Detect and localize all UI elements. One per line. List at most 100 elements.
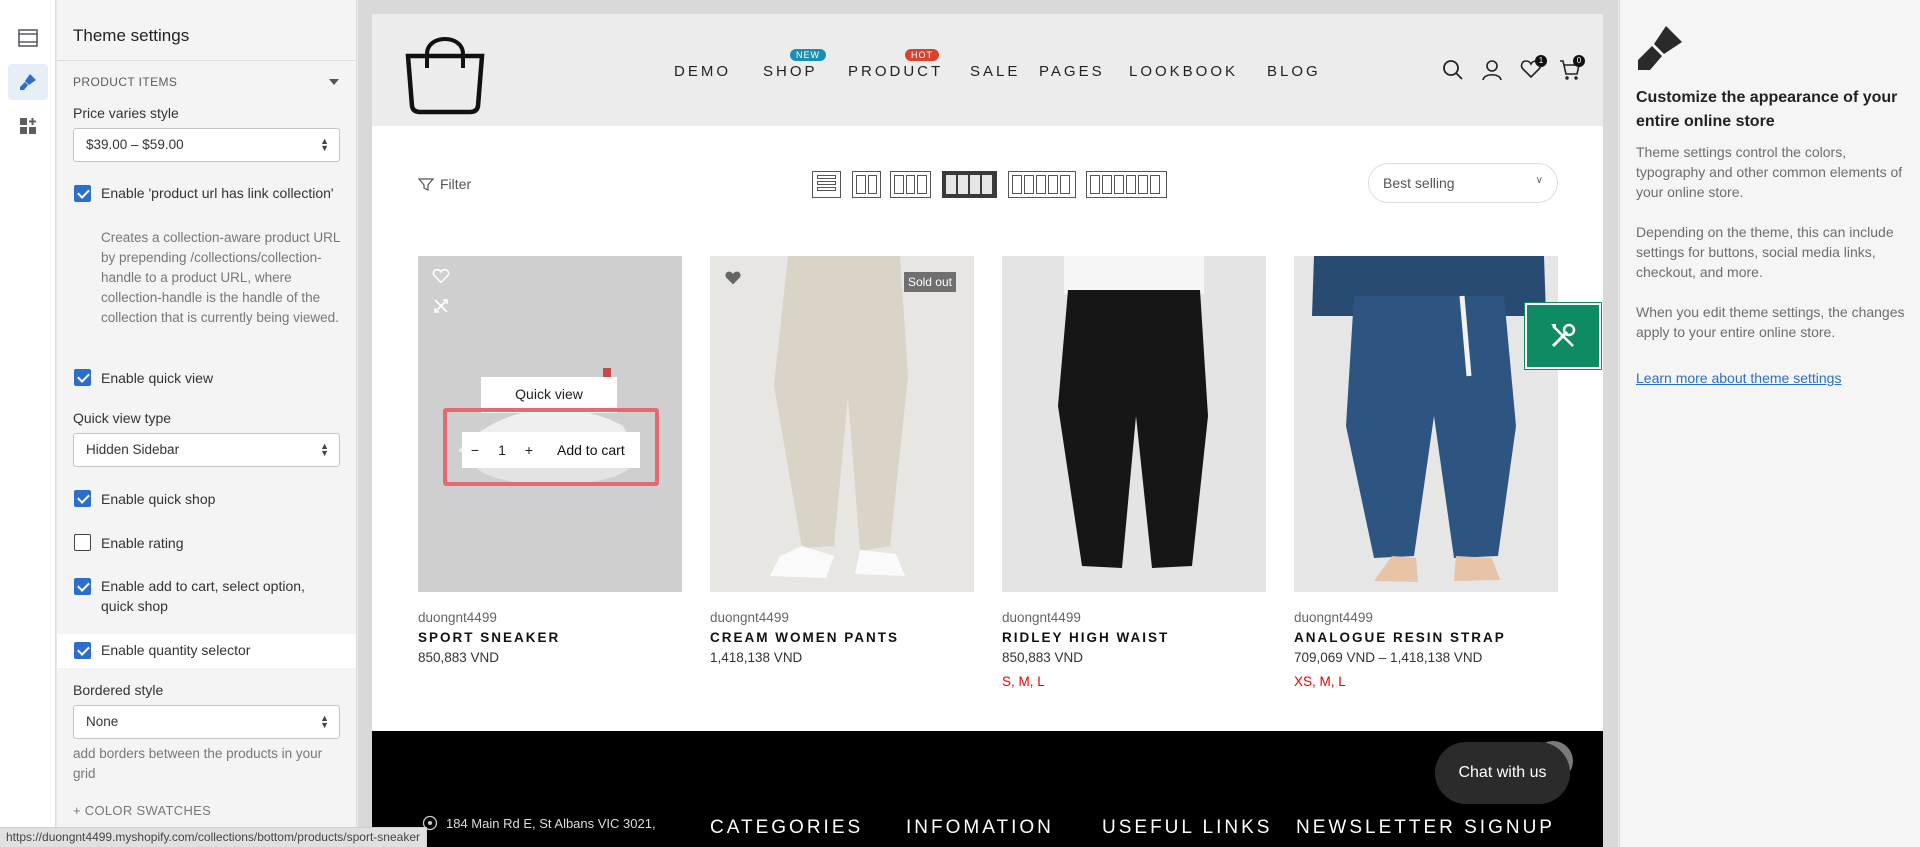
chevron-down-icon: ∨ [1535,175,1543,186]
collection-section: Filter Best selling ∨ Quick view − 1 + A… [372,126,1603,731]
grid-4-icon[interactable] [942,171,997,198]
quick-shop-label: Enable quick shop [101,491,216,507]
quantity-selector-checkbox[interactable] [74,642,91,659]
nav-blog[interactable]: BLOG [1267,63,1321,80]
bordered-style-value: None [86,714,119,729]
sort-select[interactable]: Best selling ∨ [1368,163,1558,203]
nav-sale[interactable]: SALE [970,63,1020,80]
section-header-product-items[interactable]: PRODUCT ITEMS [57,60,356,104]
quick-shop-checkbox[interactable] [74,490,91,507]
footer-heading-categories: CATEGORIES [710,817,864,838]
quantity-selector-label: Enable quantity selector [101,642,251,658]
grid-3-icon[interactable] [890,171,931,198]
nav-product[interactable]: PRODUCT [848,63,943,80]
quick-view-checkbox[interactable] [74,369,91,386]
account-icon[interactable] [1482,59,1502,86]
filter-label: Filter [440,176,472,192]
help-heading: Customize the appearance of your entire … [1636,89,1898,130]
bordered-style-label: Bordered style [73,682,164,698]
filter-icon [418,178,434,191]
price-style-select[interactable]: $39.00 – $59.00 ▲ ▼ [73,128,340,162]
select-arrows-icon: ▲ ▼ [320,441,329,458]
compare-icon[interactable] [433,298,449,319]
product-vendor: duongnt4499 [1002,610,1081,625]
rating-checkbox[interactable] [74,534,91,551]
footer-address-text: 184 Main Rd E, St Albans VIC 3021, [446,815,656,831]
product-sizes[interactable]: S, M, L [1002,674,1045,689]
product-title[interactable]: ANALOGUE RESIN STRAP [1294,630,1506,645]
nav-shop[interactable]: SHOP [763,63,818,80]
help-paragraph-1: Theme settings control the colors, typog… [1636,144,1903,200]
footer-address: 184 Main Rd E, St Albans VIC 3021, [422,815,656,831]
sort-value: Best selling [1383,175,1455,191]
nav-demo[interactable]: DEMO [674,63,731,80]
footer-heading-information: INFOMATION [906,817,1054,838]
product-title[interactable]: CREAM WOMEN PANTS [710,630,899,645]
product-sizes[interactable]: XS, M, L [1294,674,1346,689]
panel-title: Theme settings [73,26,190,45]
theme-settings-brush-icon[interactable] [8,64,48,100]
product-url-help: Creates a collection-aware product URL b… [101,230,340,325]
section-label: PRODUCT ITEMS [73,75,178,89]
product-card-sport-sneaker[interactable]: Quick view − 1 + Add to cart [418,256,682,592]
price-style-label: Price varies style [73,105,179,121]
paint-brush-icon [1636,24,1686,77]
wishlist-heart-icon[interactable] [432,268,450,289]
wishlist-heart-icon[interactable] [724,270,742,291]
quantity-selector-highlight: − 1 + Add to cart [443,408,659,486]
chat-button[interactable]: Chat with us [1435,742,1570,804]
grid-5-icon[interactable] [1008,171,1076,198]
select-arrows-icon: ▲ ▼ [320,713,329,730]
product-title[interactable]: SPORT SNEAKER [418,630,560,645]
add-to-cart-label: Enable add to cart, select option, quick… [101,578,305,614]
blue-pants-image [1312,256,1546,582]
product-url-checkbox[interactable] [74,185,91,202]
nav-pages[interactable]: PAGES [1039,63,1105,80]
add-to-cart-button[interactable]: Add to cart [542,432,640,468]
store-preview: DEMO SHOP NEW PRODUCT HOT SALE PAGES LOO… [358,0,1618,847]
learn-more-link[interactable]: Learn more about theme settings [1636,370,1841,386]
sections-icon[interactable] [8,20,48,56]
color-swatches-section[interactable]: + COLOR SWATCHES [73,803,211,818]
add-to-cart-checkbox[interactable] [74,578,91,595]
footer-heading-useful-links: USEFUL LINKS [1102,817,1273,838]
select-arrows-icon: ▲ ▼ [320,136,329,153]
product-card-analogue-resin-strap[interactable] [1294,256,1558,592]
wishlist-count: 1 [1535,55,1547,67]
product-vendor: duongnt4499 [1294,610,1373,625]
new-badge: NEW [790,49,826,61]
quick-view-type-label: Quick view type [73,410,172,426]
quantity-selector: − 1 + Add to cart [462,432,640,468]
grid-6-icon[interactable] [1086,171,1167,198]
product-card-ridley-high-waist[interactable] [1002,256,1266,592]
status-bar-url: https://duongnt4499.myshopify.com/collec… [0,827,427,847]
cart-count: 0 [1573,55,1585,67]
qty-minus-button[interactable]: − [462,442,488,458]
theme-settings-panel: Theme settings PRODUCT ITEMS Price varie… [57,0,357,847]
grid-list-icon[interactable] [812,171,841,198]
nav-lookbook[interactable]: LOOKBOOK [1129,63,1238,80]
product-url-label: Enable 'product url has link collection' [101,185,334,201]
product-price: 850,883 VND [418,650,500,665]
qty-value[interactable]: 1 [488,442,516,458]
product-card-cream-women-pants[interactable]: Sold out [710,256,974,592]
bordered-style-select[interactable]: None ▲ ▼ [73,705,340,739]
product-price: 1,418,138 VND [710,650,803,665]
search-icon[interactable] [1442,59,1464,86]
store-logo-bag-icon[interactable] [400,24,490,121]
product-price: 709,069 VND – 1,418,138 VND [1294,650,1483,665]
store-header: DEMO SHOP NEW PRODUCT HOT SALE PAGES LOO… [372,14,1603,126]
black-pants-image [1058,256,1208,568]
tools-icon[interactable] [1524,302,1602,370]
sold-out-badge: Sold out [903,272,956,292]
product-title[interactable]: RIDLEY HIGH WAIST [1002,630,1169,645]
help-panel: Customize the appearance of your entire … [1619,0,1920,847]
store-page: DEMO SHOP NEW PRODUCT HOT SALE PAGES LOO… [372,14,1603,847]
bordered-style-help: add borders between the products in your… [73,746,323,781]
app-blocks-icon[interactable] [8,108,48,144]
cream-pants-image [770,256,908,578]
filter-button[interactable]: Filter [418,176,471,192]
grid-2-icon[interactable] [852,171,881,198]
quick-view-type-select[interactable]: Hidden Sidebar ▲ ▼ [73,433,340,467]
qty-plus-button[interactable]: + [516,442,542,458]
